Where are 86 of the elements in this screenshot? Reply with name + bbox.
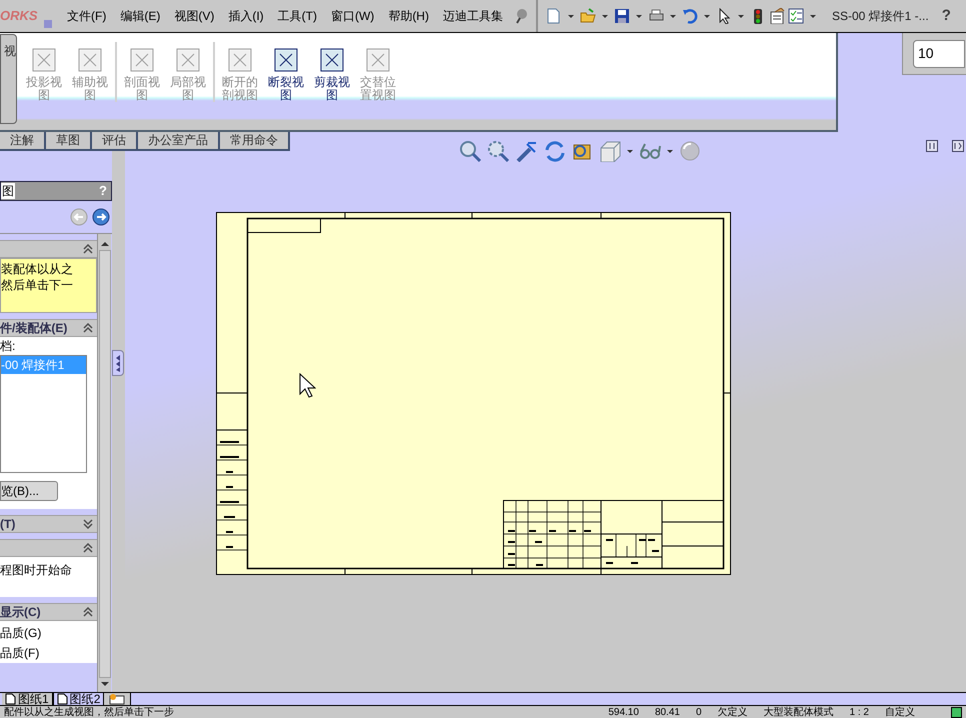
message-text: 然后单击下一 (1, 277, 74, 293)
message-text: 装配体以从之 (1, 261, 74, 277)
status-text: 自定义 (885, 706, 915, 718)
view-command-button[interactable]: 剪裁视图 (312, 34, 352, 102)
logo-text: ORKS (0, 7, 39, 26)
menu-item[interactable]: 工具(T) (270, 7, 324, 25)
collapse-chevron-icon[interactable] (83, 607, 93, 617)
view-icon (128, 46, 156, 74)
menu-item[interactable]: 编辑(E) (113, 7, 168, 25)
section-header[interactable]: 显示(C) (0, 603, 97, 621)
caret-icon[interactable] (810, 14, 816, 18)
menu-item[interactable]: 插入(I) (221, 7, 271, 25)
menu-item[interactable]: 文件(F) (60, 7, 114, 25)
help-button[interactable]: ? (942, 4, 951, 28)
menu-item[interactable]: 视图(V) (167, 7, 222, 25)
pin-icon[interactable] (514, 8, 530, 24)
menu-item[interactable]: 迈迪工具集 (436, 7, 510, 25)
collapse-chevron-icon[interactable] (83, 543, 93, 553)
scrollbar[interactable] (97, 234, 111, 692)
status-text: 1 : 2 (850, 706, 869, 718)
panel-collapse-handle[interactable] (112, 350, 124, 376)
caret-icon[interactable] (568, 14, 574, 18)
browse-button[interactable]: 览(B)... (0, 481, 58, 501)
option-label[interactable]: 品质(F) (0, 643, 40, 663)
ribbon-tab[interactable]: 评估 (92, 132, 138, 151)
expand-view-icon[interactable] (952, 140, 964, 152)
status-text: 大型装配体模式 (764, 706, 834, 718)
view-icon (174, 46, 202, 74)
scroll-up-icon[interactable] (100, 242, 108, 246)
new-document-icon[interactable] (546, 8, 562, 24)
ribbon-tab[interactable]: 办公室产品 (138, 132, 220, 151)
view-icon (272, 46, 300, 74)
view-icon (364, 46, 392, 74)
scroll-down-icon[interactable] (100, 682, 108, 686)
zoom-fit-icon[interactable] (459, 140, 481, 162)
caret-icon[interactable] (670, 14, 676, 18)
split-view-icon[interactable] (926, 140, 938, 152)
expand-chevron-icon[interactable] (83, 519, 93, 529)
scrollbar-thumb[interactable] (98, 250, 110, 678)
view-icon (318, 46, 346, 74)
ribbon-tab[interactable]: 草图 (46, 132, 92, 151)
document-title: SS-00 焊接件1 -... (832, 8, 929, 25)
caret-icon[interactable] (627, 150, 633, 152)
document-options-icon[interactable] (768, 8, 785, 24)
collapse-chevron-icon[interactable] (83, 244, 93, 254)
status-text: 594.10 (608, 706, 639, 718)
status-text: 0 (696, 706, 702, 718)
rotate-icon[interactable] (543, 140, 565, 162)
ribbon-tab[interactable]: 注解 (0, 132, 46, 151)
scale-field[interactable]: 10 (913, 40, 965, 68)
save-icon[interactable] (614, 8, 630, 24)
caret-icon[interactable] (667, 150, 673, 152)
panel-title: 图 (1, 183, 15, 199)
status-text: 配件以从之生成视图，然后单击下一步 (4, 706, 174, 718)
caret-icon[interactable] (636, 14, 642, 18)
collapse-chevron-icon[interactable] (83, 323, 93, 333)
zoom-area-icon[interactable] (487, 140, 509, 162)
description-text: 程图时开始命 (0, 562, 73, 579)
appearance-sphere-icon[interactable] (679, 140, 701, 162)
status-icon[interactable] (951, 706, 962, 718)
section-header[interactable]: (T) (0, 515, 97, 533)
view-command-button[interactable]: 视 (0, 34, 17, 124)
caret-icon[interactable] (602, 14, 608, 18)
checklist-icon[interactable] (788, 8, 804, 24)
status-text: 80.41 (654, 706, 680, 718)
caret-icon[interactable] (704, 14, 710, 18)
cube-icon[interactable] (599, 140, 621, 162)
view-icon (76, 46, 104, 74)
mouse-cursor-icon (299, 373, 316, 398)
folder-icon[interactable] (580, 8, 596, 24)
field-label: 档: (0, 338, 16, 355)
sheet-tab[interactable]: 图纸2 (52, 693, 104, 705)
previous-view-icon[interactable] (515, 140, 537, 162)
view-command-button[interactable]: 断裂视图 (266, 34, 306, 102)
caret-icon[interactable] (738, 14, 744, 18)
view-icon (226, 46, 254, 74)
view-icon (30, 46, 58, 74)
option-label[interactable]: 品质(G) (0, 623, 42, 643)
menu-item[interactable]: 帮助(H) (381, 7, 436, 25)
status-text: 欠定义 (718, 706, 748, 718)
undo-icon[interactable] (682, 8, 698, 24)
sheet-tab[interactable]: 图纸1 (2, 693, 53, 705)
ribbon-tab[interactable]: 常用命令 (220, 132, 290, 151)
section-header[interactable]: 件/装配体(E) (0, 319, 97, 337)
menu-item[interactable]: 窗口(W) (324, 7, 382, 25)
add-sheet-icon[interactable] (104, 693, 132, 705)
